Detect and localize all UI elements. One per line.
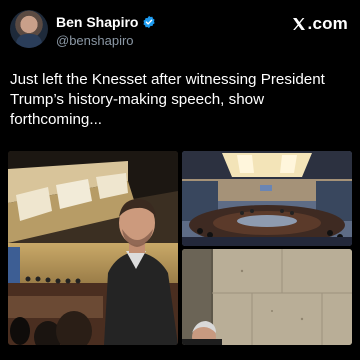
author-handle[interactable]: @benshapiro	[56, 33, 134, 48]
verified-badge-icon	[143, 15, 156, 29]
author-name[interactable]: Ben Shapiro	[56, 14, 138, 30]
platform-logo: .com	[291, 14, 348, 34]
platform-label: .com	[307, 14, 348, 33]
x-logo-icon	[292, 18, 305, 30]
post-header: Ben Shapiro @benshapiro .com	[10, 8, 350, 50]
media-photo-chamber[interactable]	[182, 151, 352, 246]
author-name-row: Ben Shapiro	[56, 14, 156, 30]
media-photo-stone-wall[interactable]	[182, 249, 352, 345]
media-photo-selfie[interactable]	[8, 151, 178, 345]
avatar[interactable]	[10, 10, 48, 48]
post-card: Ben Shapiro @benshapiro .com Just left t…	[0, 0, 360, 360]
post-text: Just left the Knesset after witnessing P…	[10, 71, 325, 128]
